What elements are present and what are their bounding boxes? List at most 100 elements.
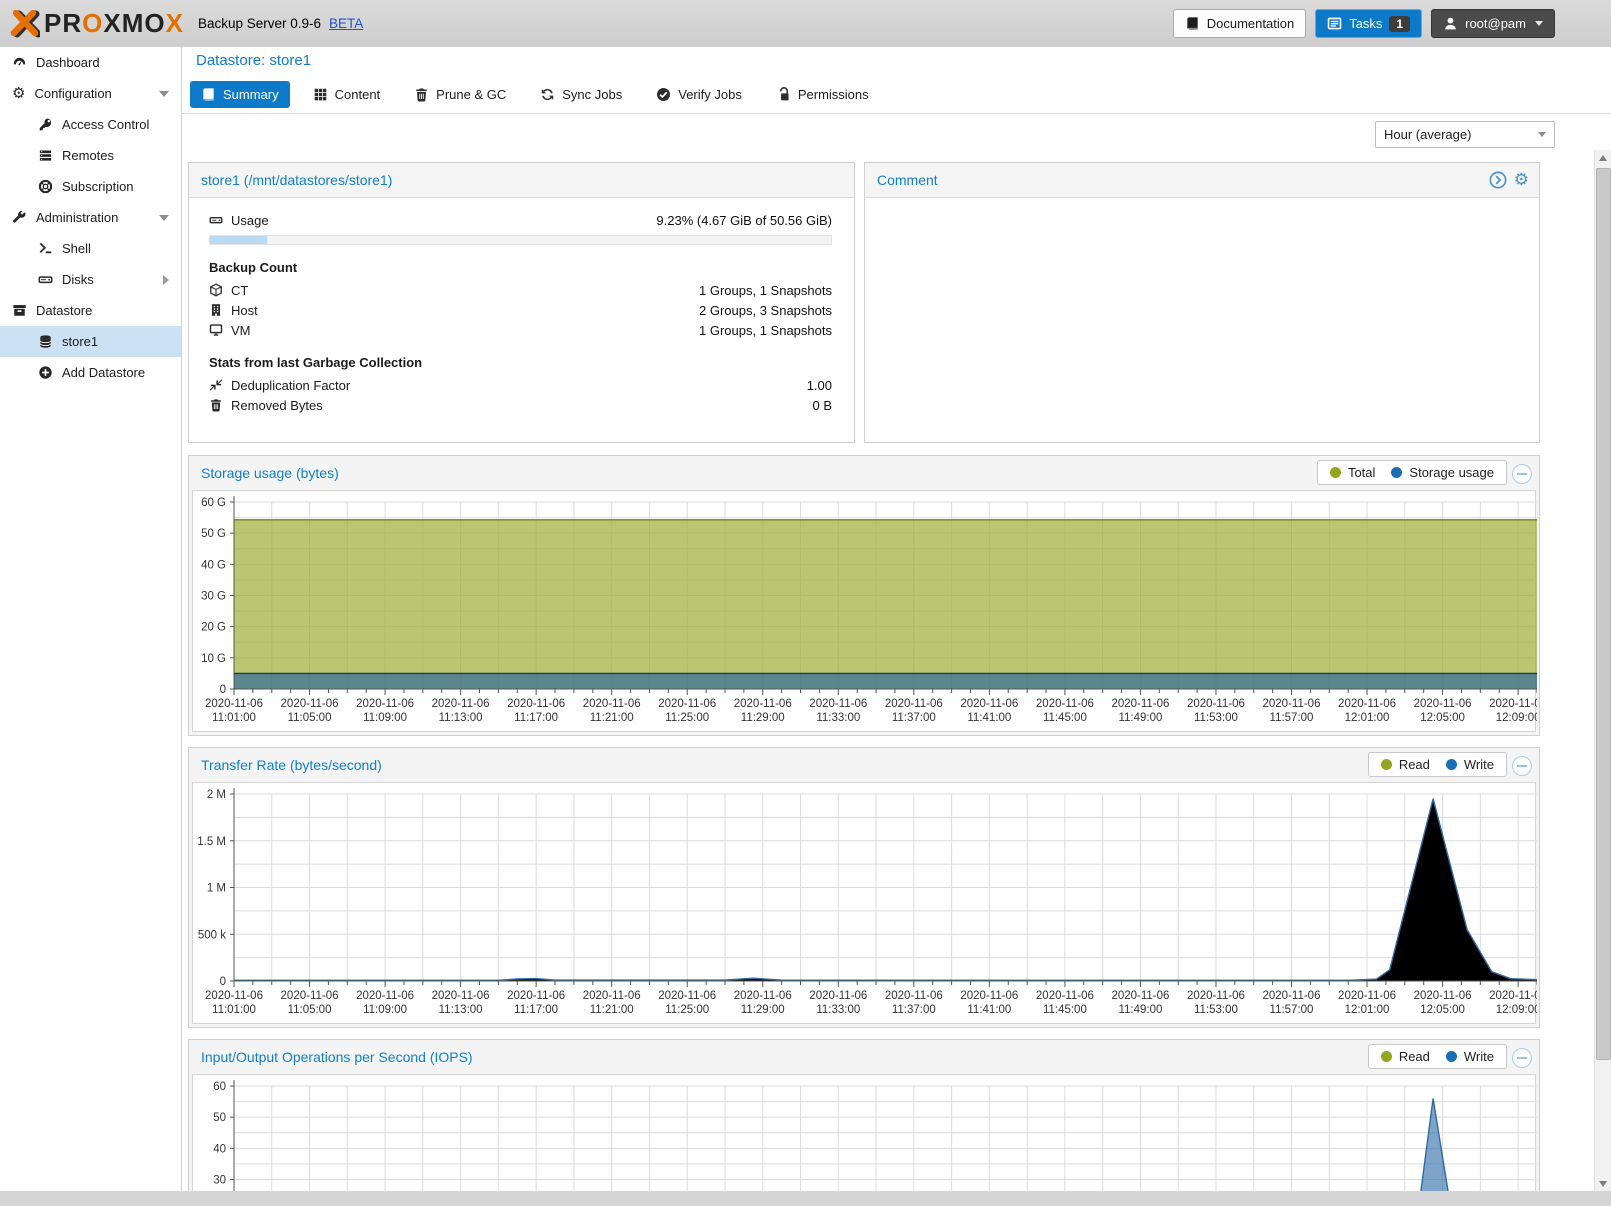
svg-text:2020-11-06: 2020-11-06 (1414, 698, 1472, 710)
sidebar-item-add-datastore[interactable]: Add Datastore (0, 357, 181, 388)
scroll-down-icon[interactable] (1599, 1181, 1607, 1187)
svg-text:11:13:00: 11:13:00 (439, 1004, 483, 1016)
svg-text:2020-11-06: 2020-11-06 (1111, 698, 1169, 710)
svg-text:12:05:00: 12:05:00 (1420, 712, 1465, 724)
svg-text:11:05:00: 11:05:00 (288, 1004, 332, 1016)
svg-text:2020-11-06: 2020-11-06 (1338, 698, 1396, 710)
beta-link[interactable]: BETA (329, 16, 363, 31)
tab-sync-jobs[interactable]: Sync Jobs (529, 81, 633, 108)
legend-item-read[interactable]: Read (1381, 757, 1430, 772)
sidebar-item-shell[interactable]: Shell (0, 233, 181, 264)
building-icon (209, 303, 223, 317)
svg-text:2020-11-06: 2020-11-06 (356, 990, 414, 1002)
svg-text:2020-11-06: 2020-11-06 (356, 698, 414, 710)
header-bar: PROXMOX Backup Server 0.9-6 BETA Documen… (0, 0, 1611, 48)
collapse-panel-icon[interactable] (1512, 756, 1532, 776)
svg-text:60 G: 60 G (201, 497, 226, 509)
sidebar-item-access-control[interactable]: Access Control (0, 109, 181, 140)
scroll-up-icon[interactable] (1599, 155, 1607, 161)
gauge-icon (12, 55, 27, 70)
terminal-icon (38, 241, 53, 256)
legend-dot (1381, 759, 1392, 770)
compress-icon (209, 378, 223, 392)
svg-text:11:49:00: 11:49:00 (1118, 712, 1162, 724)
tab-prune-gc[interactable]: Prune & GC (403, 81, 517, 108)
collapse-panel-icon[interactable] (1512, 464, 1532, 484)
chart-area: 01020304050602020-11-0611:01:002020-11-0… (192, 1074, 1536, 1206)
scrollbar-thumb[interactable] (1596, 168, 1611, 1060)
tab-bar: Summary Content Prune & GC Sync Jobs Ver… (190, 81, 880, 108)
svg-text:2020-11-06: 2020-11-06 (507, 990, 565, 1002)
expand-panel-icon[interactable] (1489, 171, 1507, 189)
sidebar-item-administration[interactable]: Administration (0, 202, 181, 233)
svg-text:2020-11-06: 2020-11-06 (960, 698, 1018, 710)
svg-text:2020-11-06: 2020-11-06 (1263, 990, 1321, 1002)
tab-verify-jobs[interactable]: Verify Jobs (645, 81, 753, 108)
svg-text:60: 60 (213, 1081, 226, 1093)
collapse-arrow-icon[interactable] (159, 91, 169, 97)
ct-row: CT 1 Groups, 1 Snapshots (209, 280, 832, 300)
comment-panel: Comment ⚙ (864, 162, 1540, 443)
legend-item-write[interactable]: Write (1446, 757, 1494, 772)
svg-text:50: 50 (213, 1112, 226, 1124)
svg-text:30 G: 30 G (201, 591, 226, 603)
legend-dot (1381, 1051, 1392, 1062)
svg-text:12:05:00: 12:05:00 (1420, 1004, 1465, 1016)
legend-item-read[interactable]: Read (1381, 1049, 1430, 1064)
svg-text:11:21:00: 11:21:00 (590, 712, 634, 724)
legend-item-total[interactable]: Total (1330, 465, 1375, 480)
unlock-icon (776, 87, 791, 102)
sidebar-item-configuration[interactable]: ⚙ Configuration (0, 78, 181, 109)
expand-arrow-icon[interactable] (163, 275, 169, 285)
svg-text:2020-11-06: 2020-11-06 (809, 698, 867, 710)
sidebar-item-datastore[interactable]: Datastore (0, 295, 181, 326)
user-menu-button[interactable]: root@pam (1431, 9, 1555, 38)
vm-row: VM 1 Groups, 1 Snapshots (209, 320, 832, 340)
database-icon (38, 334, 53, 349)
page-title: Datastore: store1 (196, 52, 311, 69)
svg-text:11:09:00: 11:09:00 (363, 712, 407, 724)
collapse-arrow-icon[interactable] (159, 215, 169, 221)
wrench-icon (12, 210, 27, 225)
gear-icon[interactable]: ⚙ (1514, 171, 1529, 189)
sidebar-item-dashboard[interactable]: Dashboard (0, 47, 181, 78)
svg-text:2020-11-06: 2020-11-06 (583, 698, 641, 710)
chart-title: Storage usage (bytes) (201, 465, 339, 481)
svg-text:12:09:00: 12:09:00 (1496, 1004, 1537, 1016)
tab-content[interactable]: Content (302, 81, 392, 108)
chart-area: 0500 k1 M1.5 M2 M2020-11-0611:01:002020-… (192, 782, 1536, 1024)
vertical-scrollbar[interactable] (1594, 150, 1611, 1192)
svg-text:11:17:00: 11:17:00 (514, 1004, 558, 1016)
main-content: Datastore: store1 Summary Content Prune … (182, 47, 1611, 1206)
chevron-down-icon (1535, 21, 1543, 26)
sidebar-item-remotes[interactable]: Remotes (0, 140, 181, 171)
sidebar: Dashboard ⚙ Configuration Access Control… (0, 47, 182, 1192)
svg-text:2 M: 2 M (207, 789, 226, 801)
legend-item-storage-usage[interactable]: Storage usage (1391, 465, 1494, 480)
sidebar-item-store1[interactable]: store1 (0, 326, 181, 357)
chart-legend: Total Storage usage (1317, 460, 1507, 485)
svg-text:2020-11-06: 2020-11-06 (432, 990, 490, 1002)
tasks-button[interactable]: Tasks 1 (1315, 9, 1422, 38)
gears-icon: ⚙ (12, 86, 25, 101)
svg-text:11:45:00: 11:45:00 (1043, 712, 1087, 724)
tab-summary[interactable]: Summary (190, 81, 290, 108)
tasks-badge: 1 (1389, 16, 1410, 32)
host-row: Host 2 Groups, 3 Snapshots (209, 300, 832, 320)
panel-title: Comment (877, 172, 938, 188)
sidebar-item-subscription[interactable]: Subscription (0, 171, 181, 202)
plus-circle-icon (38, 365, 53, 380)
svg-text:2020-11-06: 2020-11-06 (809, 990, 867, 1002)
documentation-button[interactable]: Documentation (1173, 9, 1306, 38)
svg-text:11:57:00: 11:57:00 (1270, 712, 1314, 724)
sidebar-item-disks[interactable]: Disks (0, 264, 181, 295)
svg-text:12:01:00: 12:01:00 (1345, 1004, 1390, 1016)
grid-icon (313, 87, 328, 102)
time-range-dropdown[interactable]: Hour (average) (1375, 121, 1555, 148)
legend-item-write[interactable]: Write (1446, 1049, 1494, 1064)
tab-permissions[interactable]: Permissions (765, 81, 880, 108)
collapse-panel-icon[interactable] (1512, 1048, 1532, 1068)
svg-text:2020-11-06: 2020-11-06 (583, 990, 641, 1002)
svg-text:10 G: 10 G (201, 653, 226, 665)
backup-count-heading: Backup Count (209, 260, 832, 275)
